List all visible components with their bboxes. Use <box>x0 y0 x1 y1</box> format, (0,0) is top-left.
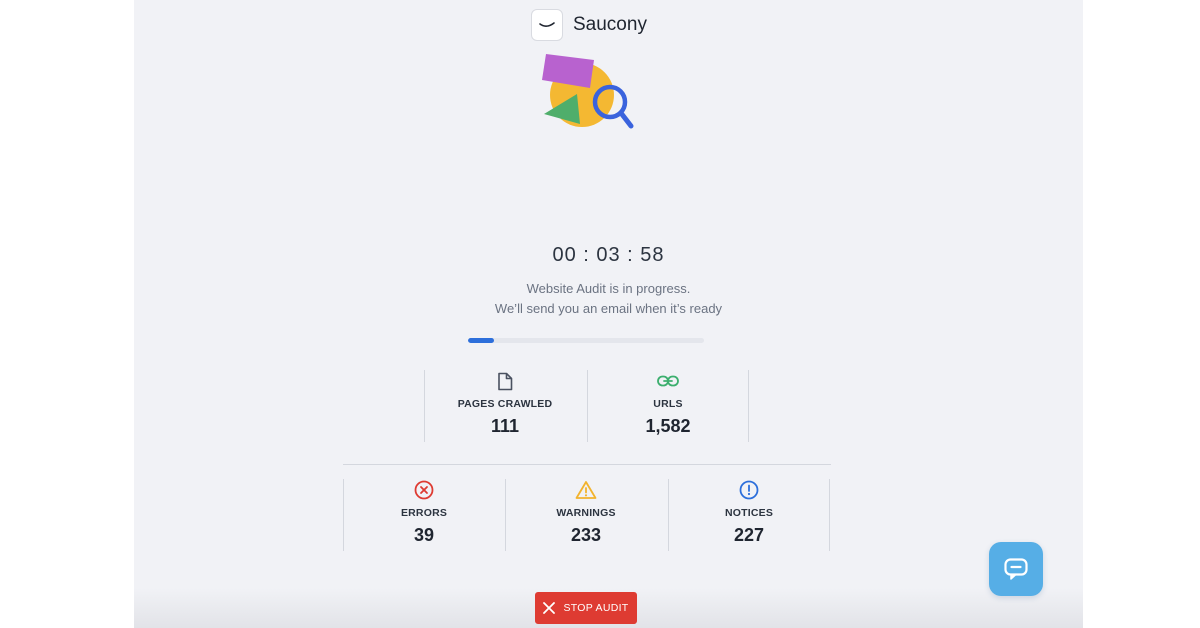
status-line-2: We’ll send you an email when it’s ready <box>494 301 723 316</box>
stat-label: NOTICES <box>724 507 774 519</box>
divider <box>748 370 749 442</box>
brand-header: Saucony <box>531 9 647 41</box>
close-icon <box>543 602 556 614</box>
progress-fill <box>468 338 494 343</box>
stat-label: PAGES CRAWLED <box>457 398 553 410</box>
stat-value: 1,582 <box>645 416 691 436</box>
stat-value: 233 <box>570 525 602 545</box>
link-icon <box>587 370 749 392</box>
stop-audit-label: STOP AUDIT <box>563 602 629 614</box>
status-line-1: Website Audit is in progress. <box>526 281 691 296</box>
stat-errors: ERRORS 39 <box>343 479 505 551</box>
warning-icon <box>505 479 667 501</box>
stat-value: 39 <box>413 525 435 545</box>
stat-value: 111 <box>490 416 520 436</box>
brand-name: Saucony <box>573 14 647 35</box>
stat-value: 227 <box>733 525 765 545</box>
chat-icon <box>1004 558 1028 580</box>
stop-audit-button[interactable]: STOP AUDIT <box>535 592 637 624</box>
audit-progress-bar <box>468 338 704 343</box>
section-divider <box>343 464 831 465</box>
stat-notices: NOTICES 227 <box>668 479 830 551</box>
stat-pages-crawled: PAGES CRAWLED 111 <box>424 370 586 442</box>
chat-button[interactable] <box>989 542 1043 596</box>
audit-illustration-icon <box>542 50 636 134</box>
audit-panel: Saucony 00 : 03 : 58 Website Audit is in… <box>134 0 1083 628</box>
saucony-logo-icon <box>531 9 563 41</box>
notice-icon <box>668 479 830 501</box>
document-icon <box>424 370 586 392</box>
stat-label: ERRORS <box>400 507 448 519</box>
stat-label: URLS <box>653 398 683 410</box>
stat-warnings: WARNINGS 233 <box>505 479 667 551</box>
status-message: Website Audit is in progress. We’ll send… <box>134 279 1083 319</box>
error-icon <box>343 479 505 501</box>
stat-urls: URLS 1,582 <box>587 370 749 442</box>
stat-label: WARNINGS <box>556 507 616 519</box>
divider <box>829 479 830 551</box>
elapsed-timer: 00 : 03 : 58 <box>552 244 665 266</box>
